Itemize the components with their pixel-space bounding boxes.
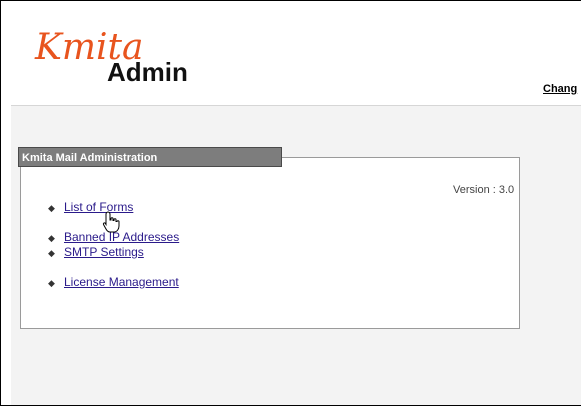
- panel-title: Kmita Mail Administration: [18, 147, 282, 167]
- diamond-bullet-icon: ◆: [48, 278, 55, 288]
- logo-bold-text: Admin: [107, 57, 188, 87]
- header: Kmita Admin Chang: [11, 1, 581, 106]
- list-of-forms-link[interactable]: List of Forms: [64, 200, 133, 214]
- menu-item-smtp-settings: ◆ SMTP Settings: [48, 245, 144, 259]
- license-management-link[interactable]: License Management: [64, 275, 179, 289]
- banned-ip-addresses-link[interactable]: Banned IP Addresses: [64, 230, 179, 244]
- change-link[interactable]: Chang: [543, 83, 577, 95]
- menu-item-list-of-forms: ◆ List of Forms: [48, 200, 133, 214]
- diamond-bullet-icon: ◆: [48, 203, 55, 213]
- version-label: Version : 3.0: [453, 184, 515, 196]
- left-gutter: [1, 1, 11, 405]
- diamond-bullet-icon: ◆: [48, 248, 55, 258]
- hand-pointer-icon: [102, 211, 120, 233]
- menu-item-license-management: ◆ License Management: [48, 275, 179, 289]
- diamond-bullet-icon: ◆: [48, 233, 55, 243]
- kmita-admin-logo: Kmita Admin: [34, 27, 188, 87]
- app-window: Kmita Admin Chang Kmita Mail Administrat…: [0, 0, 581, 406]
- smtp-settings-link[interactable]: SMTP Settings: [64, 245, 144, 259]
